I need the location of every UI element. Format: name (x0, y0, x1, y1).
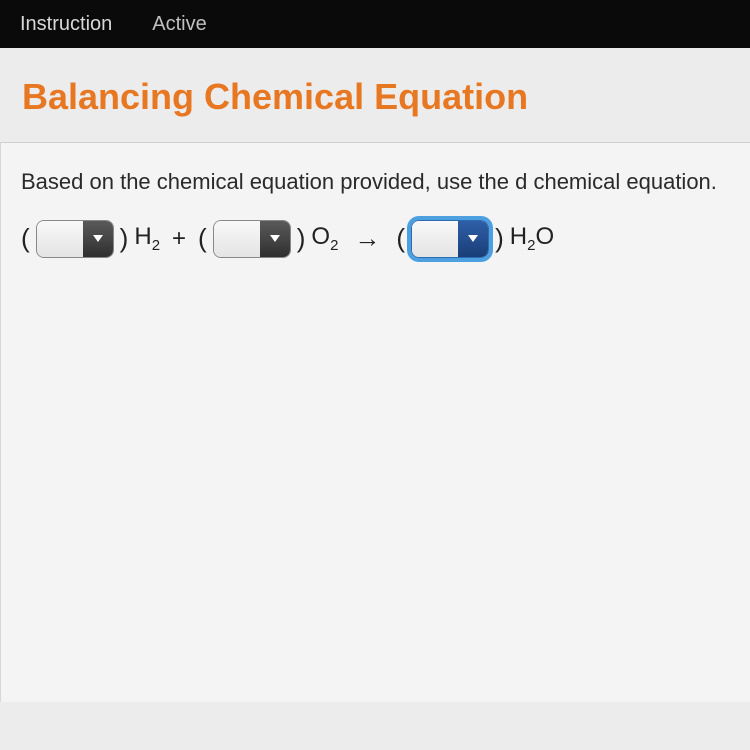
paren-open-2: ( (198, 223, 207, 254)
coefficient-dropdown-3[interactable] (411, 220, 489, 258)
header-bar: Instruction Active (0, 0, 750, 48)
chevron-down-icon (260, 221, 290, 257)
coefficient-value-2 (214, 221, 260, 257)
tab-active[interactable]: Active (132, 1, 226, 48)
paren-open-1: ( (21, 223, 30, 254)
question-prompt: Based on the chemical equation provided,… (21, 167, 730, 198)
paren-close-3: ) (495, 223, 504, 254)
content-area: Balancing Chemical Equation Based on the… (0, 48, 750, 750)
formula-h2o: H2O (510, 223, 554, 254)
paren-close-2: ) (297, 223, 306, 254)
question-panel: Based on the chemical equation provided,… (0, 142, 750, 702)
chevron-down-icon (458, 221, 488, 257)
formula-h2: H2 (134, 223, 160, 254)
paren-close-1: ) (120, 223, 129, 254)
equation-row: ( ) H2 + ( ) O2 → ( (21, 220, 730, 258)
coefficient-dropdown-2[interactable] (213, 220, 291, 258)
coefficient-value-3 (412, 221, 458, 257)
formula-o2: O2 (311, 223, 338, 254)
page-title: Balancing Chemical Equation (0, 48, 750, 142)
paren-open-3: ( (396, 223, 405, 254)
tab-instruction[interactable]: Instruction (0, 1, 132, 48)
chevron-down-icon (83, 221, 113, 257)
plus-sign: + (172, 225, 186, 253)
coefficient-value-1 (37, 221, 83, 257)
reaction-arrow: → (354, 223, 380, 254)
coefficient-dropdown-1[interactable] (36, 220, 114, 258)
